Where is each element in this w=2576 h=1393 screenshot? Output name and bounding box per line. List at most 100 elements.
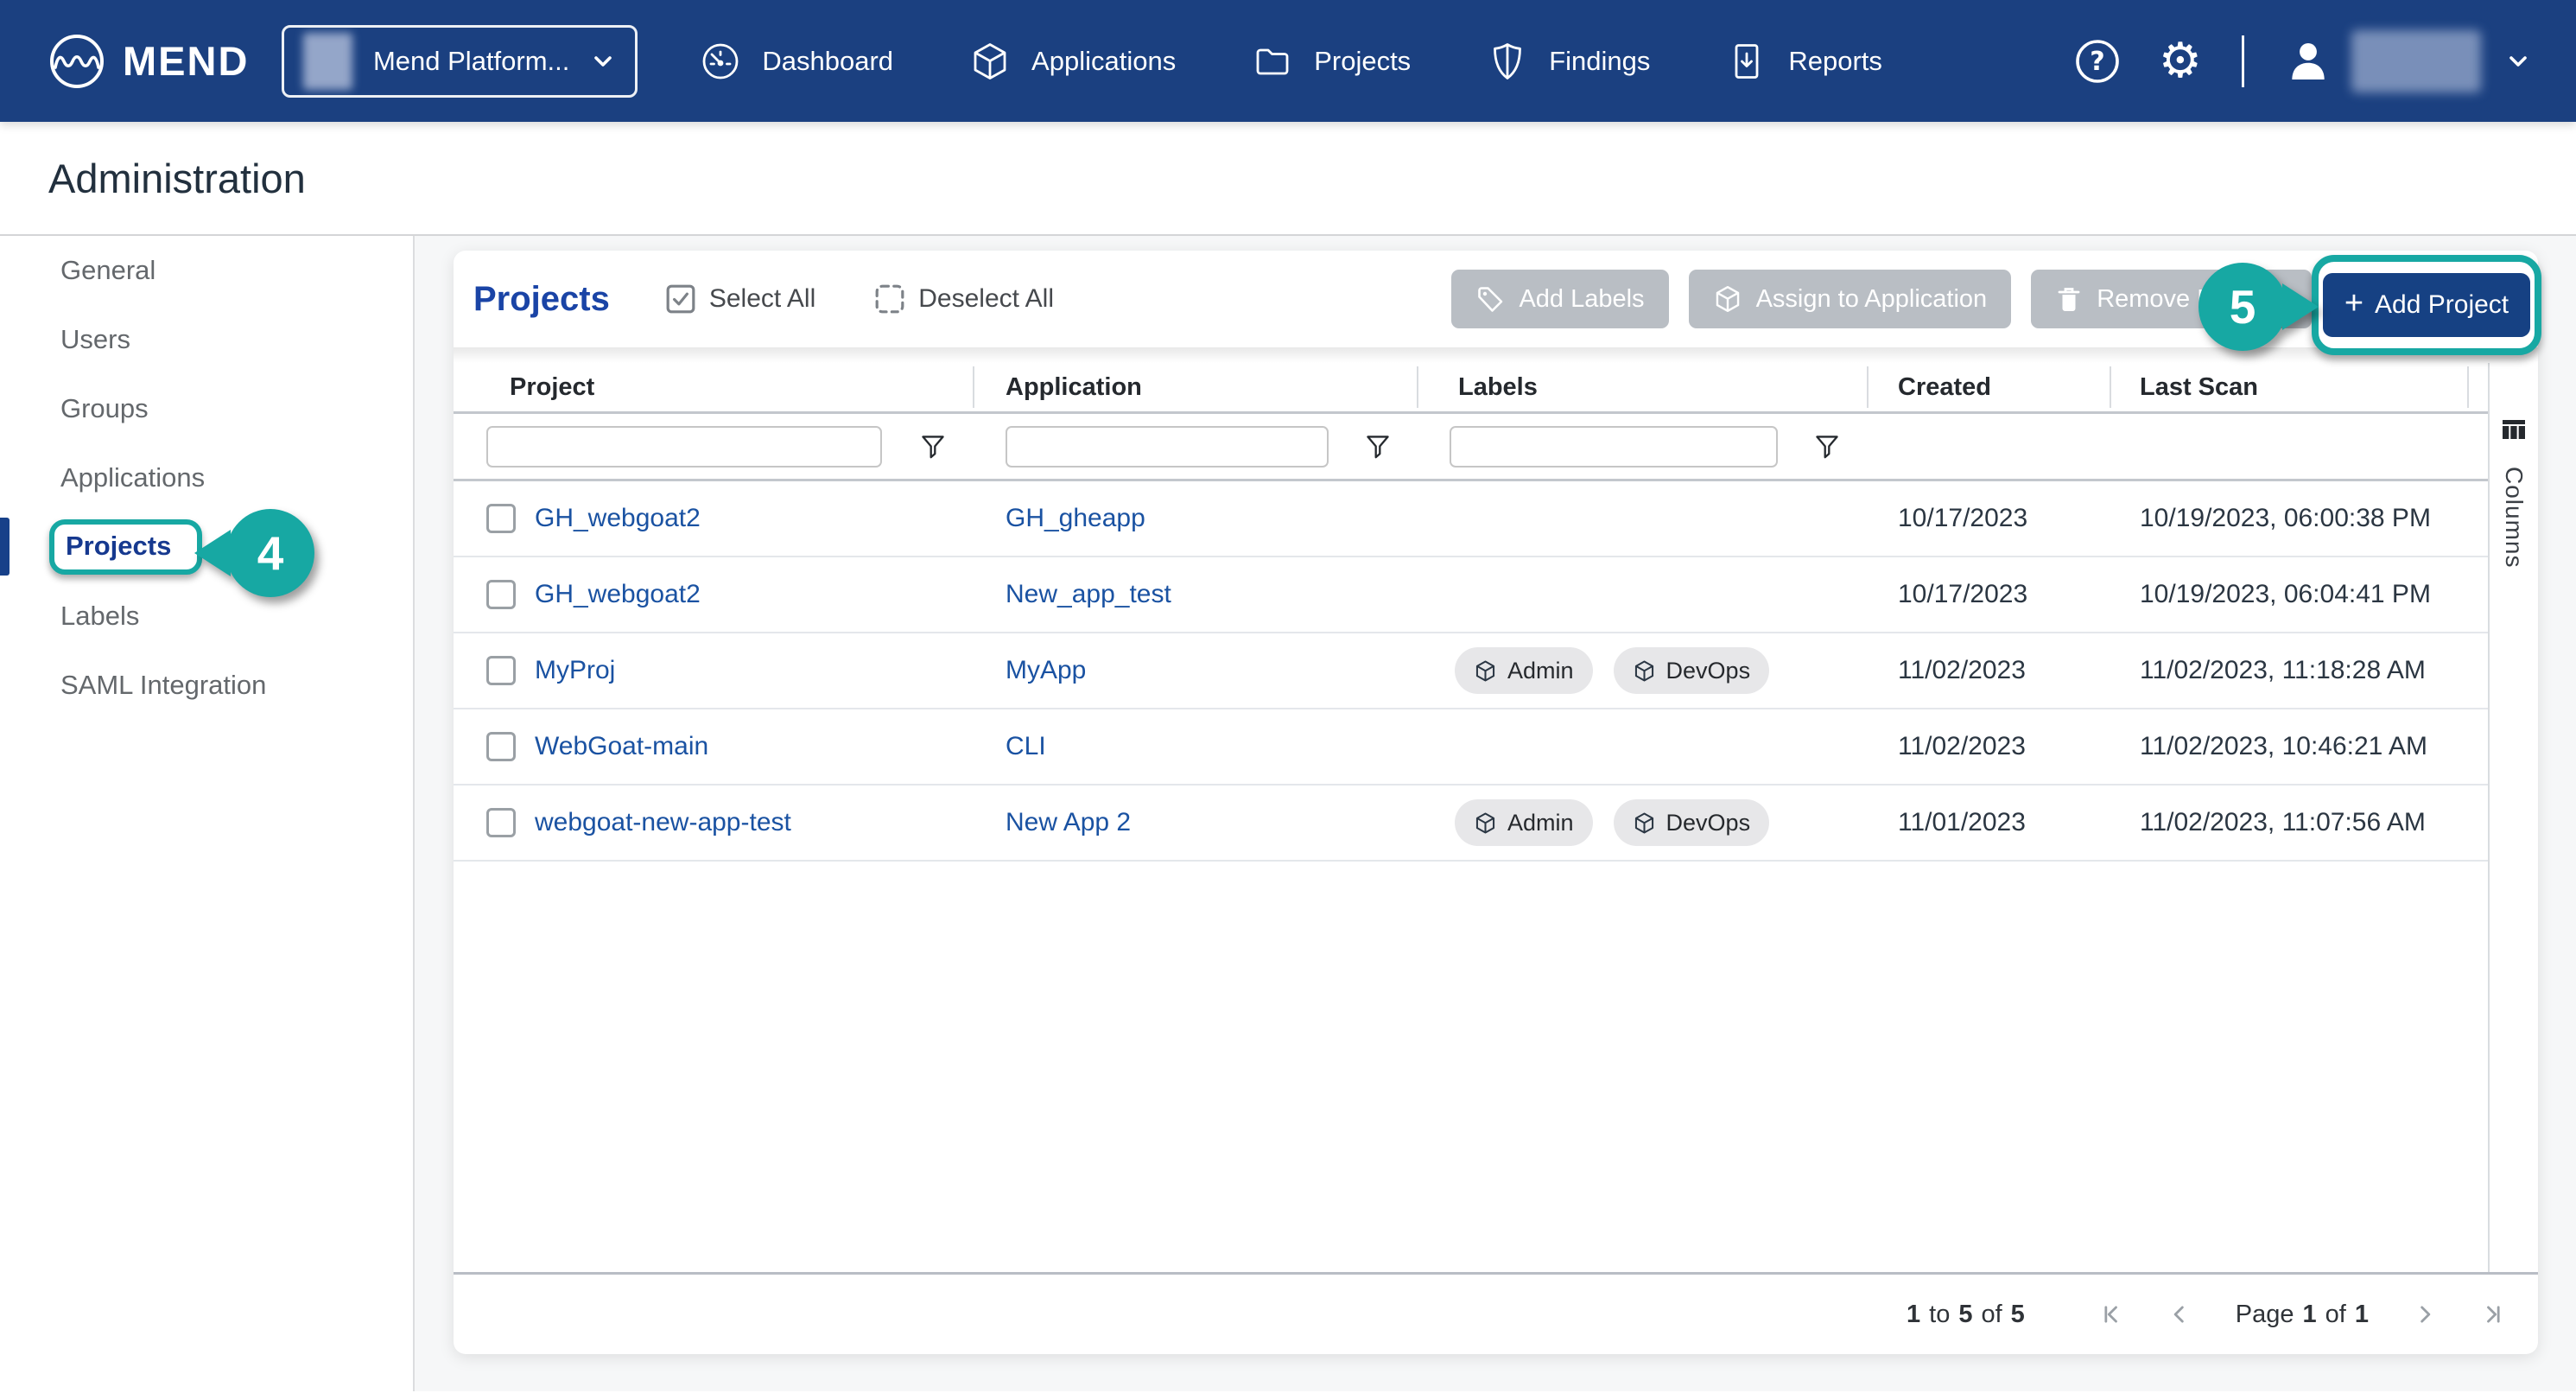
previous-page-icon[interactable] (2168, 1302, 2192, 1326)
columns-panel-label: Columns (2500, 467, 2528, 568)
user-avatar-icon[interactable] (2284, 37, 2332, 86)
application-link[interactable]: MyApp (1006, 656, 1086, 685)
table-row: GH_webgoat2 New_app_test 10/17/2023 10/1… (454, 557, 2488, 633)
label-chip[interactable]: Admin (1455, 647, 1593, 694)
projects-card: Projects Select All Deselect All Add Lab… (454, 251, 2538, 1354)
row-checkbox[interactable] (486, 656, 516, 685)
sidebar-item-label: General (60, 255, 155, 286)
deselect-all-button[interactable]: Deselect All (874, 283, 1054, 315)
top-navbar: MEND Mend Platform... Dashboard Applicat… (0, 0, 2576, 122)
brand-name: MEND (123, 37, 249, 85)
table-empty-area (454, 862, 2488, 1272)
navbar-right-cluster: ? ⚙ (2074, 30, 2531, 92)
project-link[interactable]: GH_webgoat2 (535, 580, 701, 609)
application-link[interactable]: CLI (1006, 732, 1046, 761)
nav-item-reports[interactable]: Reports (1726, 41, 1882, 82)
add-labels-button[interactable]: Add Labels (1451, 270, 1668, 328)
annotation-step-4-ring: Projects (49, 519, 202, 575)
application-link[interactable]: New App 2 (1006, 808, 1131, 837)
application-link[interactable]: New_app_test (1006, 580, 1171, 609)
column-header-last-scan[interactable]: Last Scan (2110, 363, 2488, 411)
nav-item-label: Dashboard (762, 46, 893, 77)
column-header-created[interactable]: Created (1867, 363, 2110, 411)
mend-logo[interactable]: MEND (48, 33, 249, 90)
project-filter-funnel-icon[interactable] (920, 434, 946, 460)
label-chip[interactable]: DevOps (1614, 799, 1770, 846)
last-scan-date: 11/02/2023, 11:18:28 AM (2110, 656, 2488, 685)
application-filter-funnel-icon[interactable] (1365, 434, 1391, 460)
project-link[interactable]: WebGoat-main (535, 732, 708, 761)
created-date: 10/17/2023 (1867, 580, 2110, 609)
labels-filter-input[interactable] (1450, 426, 1778, 468)
mend-wave-icon (48, 33, 105, 90)
first-page-icon[interactable] (2101, 1302, 2125, 1326)
user-menu-chevron-down-icon[interactable] (2505, 50, 2531, 73)
organization-thumbnail-redacted (303, 33, 352, 90)
project-link[interactable]: GH_webgoat2 (535, 504, 701, 533)
folder-icon (1252, 41, 1293, 82)
annotation-step-4-number: 4 (226, 509, 314, 597)
select-all-button[interactable]: Select All (665, 283, 815, 315)
main-navigation: Dashboard Applications Projects Findings… (700, 41, 1882, 82)
gauge-icon (700, 41, 741, 82)
annotation-step-5-number: 5 (2198, 263, 2287, 351)
help-icon[interactable]: ? (2074, 38, 2121, 85)
cube-icon (1633, 659, 1656, 683)
application-link[interactable]: GH_gheapp (1006, 504, 1145, 533)
nav-item-applications[interactable]: Applications (969, 41, 1176, 82)
add-project-label: Add Project (2375, 290, 2509, 320)
sidebar-item-label: Groups (60, 393, 149, 424)
username-redacted (2351, 30, 2481, 92)
nav-item-label: Reports (1788, 46, 1882, 77)
sidebar-item-general[interactable]: General (0, 236, 413, 305)
plus-icon: + (2344, 287, 2363, 320)
nav-item-label: Findings (1549, 46, 1650, 77)
sidebar-item-applications[interactable]: Applications (0, 443, 413, 512)
created-date: 11/02/2023 (1867, 656, 2110, 685)
next-page-icon[interactable] (2412, 1302, 2436, 1326)
nav-item-dashboard[interactable]: Dashboard (700, 41, 893, 82)
labels-filter-funnel-icon[interactable] (1814, 434, 1840, 460)
row-checkbox[interactable] (486, 504, 516, 533)
last-scan-date: 10/19/2023, 06:00:38 PM (2110, 504, 2488, 533)
pagination-bar: 1to5of5 Page1of1 (454, 1272, 2538, 1354)
projects-heading: Projects (473, 280, 610, 319)
column-header-application[interactable]: Application (973, 363, 1417, 411)
add-project-button[interactable]: + Add Project (2323, 273, 2530, 337)
created-date: 11/02/2023 (1867, 732, 2110, 761)
columns-panel-toggle[interactable]: Columns (2488, 363, 2538, 1272)
row-checkbox[interactable] (486, 580, 516, 609)
gear-icon[interactable]: ⚙ (2159, 37, 2202, 86)
row-checkbox[interactable] (486, 808, 516, 837)
label-chip[interactable]: Admin (1455, 799, 1593, 846)
sidebar-item-users[interactable]: Users (0, 305, 413, 374)
column-header-project[interactable]: Project (454, 363, 973, 411)
chevron-down-icon (590, 50, 616, 73)
sidebar-item-groups[interactable]: Groups (0, 374, 413, 443)
pagination-range: 1to5of5 (1907, 1301, 2025, 1329)
project-filter-input[interactable] (486, 426, 882, 468)
annotation-step-4-arrow (194, 530, 231, 576)
project-link[interactable]: MyProj (535, 656, 615, 685)
label-chip[interactable]: DevOps (1614, 647, 1770, 694)
nav-item-label: Projects (1314, 46, 1411, 77)
column-header-labels[interactable]: Labels (1417, 363, 1867, 411)
nav-item-findings[interactable]: Findings (1487, 41, 1650, 82)
organization-selector[interactable]: Mend Platform... (282, 25, 638, 98)
page-title: Administration (48, 155, 306, 202)
trash-icon (2055, 284, 2083, 314)
sidebar-item-label: Projects (66, 531, 171, 562)
sidebar-item-labels[interactable]: Labels (0, 582, 413, 651)
last-page-icon[interactable] (2479, 1302, 2503, 1326)
row-checkbox[interactable] (486, 732, 516, 761)
sidebar-item-saml-integration[interactable]: SAML Integration (0, 651, 413, 720)
cube-icon (1474, 659, 1497, 683)
nav-item-projects[interactable]: Projects (1252, 41, 1411, 82)
report-icon (1726, 41, 1767, 82)
organization-selector-label: Mend Platform... (373, 46, 569, 77)
last-scan-date: 11/02/2023, 11:07:56 AM (2110, 808, 2488, 837)
application-filter-input[interactable] (1006, 426, 1329, 468)
add-labels-label: Add Labels (1519, 285, 1644, 314)
assign-to-application-button[interactable]: Assign to Application (1689, 270, 2012, 328)
project-link[interactable]: webgoat-new-app-test (535, 808, 791, 837)
